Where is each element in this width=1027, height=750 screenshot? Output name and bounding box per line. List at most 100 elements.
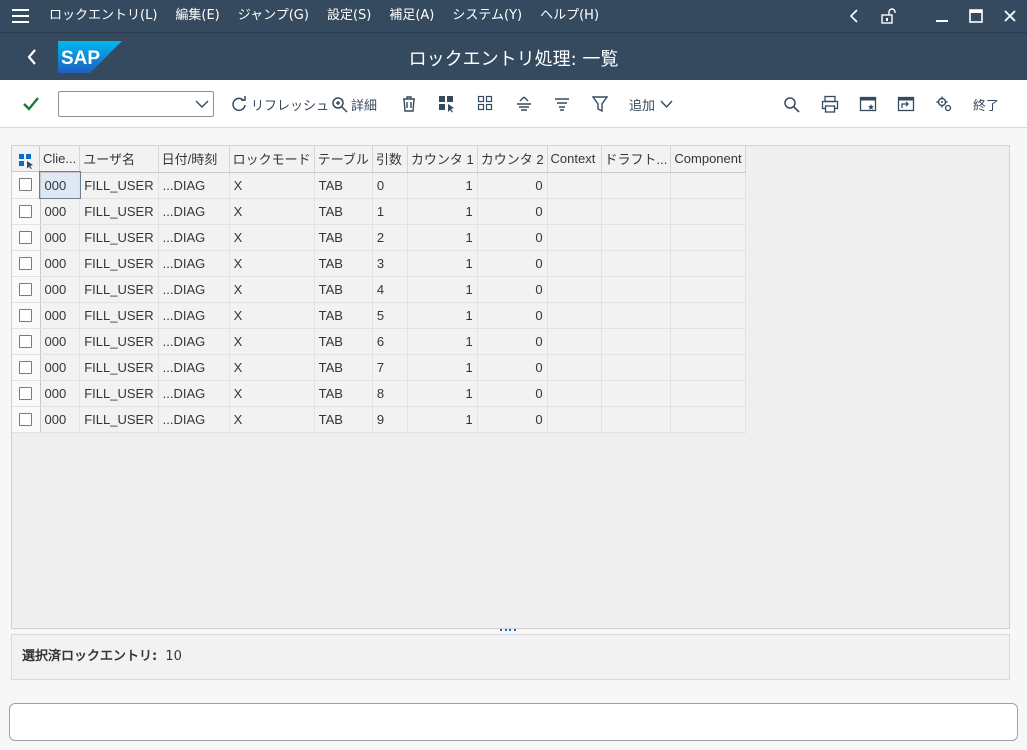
- cell-component[interactable]: [670, 172, 746, 199]
- cell-component[interactable]: [670, 354, 746, 381]
- menu-item-settings[interactable]: 設定(S): [318, 0, 380, 32]
- cell-lock-mode[interactable]: X: [229, 250, 315, 277]
- row-checkbox[interactable]: [19, 230, 33, 244]
- checkmark-icon[interactable]: [22, 92, 40, 116]
- cell-counter-1[interactable]: 1: [407, 224, 478, 251]
- column-header-datetime[interactable]: 日付/時刻: [158, 146, 230, 173]
- cell-datetime[interactable]: ...DIAG: [158, 354, 230, 381]
- cell-context[interactable]: [547, 224, 602, 251]
- cell-lock-mode[interactable]: X: [229, 198, 315, 225]
- cell-draft[interactable]: [601, 172, 672, 199]
- row-select-cell[interactable]: [12, 328, 41, 355]
- cell-counter-1[interactable]: 1: [407, 354, 478, 381]
- row-select-cell[interactable]: [12, 276, 41, 303]
- cell-argument[interactable]: 6: [372, 328, 408, 355]
- cell-counter-1[interactable]: 1: [407, 302, 478, 329]
- cell-draft[interactable]: [601, 250, 672, 277]
- cell-draft[interactable]: [601, 406, 672, 433]
- command-field[interactable]: [58, 91, 214, 117]
- cell-datetime[interactable]: ...DIAG: [158, 380, 230, 407]
- cell-datetime[interactable]: ...DIAG: [158, 328, 230, 355]
- cell-component[interactable]: [670, 302, 746, 329]
- row-checkbox[interactable]: [19, 204, 33, 218]
- cell-draft[interactable]: [601, 328, 672, 355]
- minimize-icon[interactable]: [925, 0, 959, 32]
- shortcut-icon[interactable]: [897, 92, 915, 116]
- cell-argument[interactable]: 7: [372, 354, 408, 381]
- cell-user[interactable]: FILL_USER: [79, 406, 159, 433]
- cell-lock-mode[interactable]: X: [229, 302, 315, 329]
- table-row[interactable]: 000 FILL_USER ...DIAG X TAB 5 1 0: [12, 302, 746, 329]
- cell-counter-2[interactable]: 0: [477, 406, 548, 433]
- cell-counter-1[interactable]: 1: [407, 328, 478, 355]
- table-row[interactable]: 000 FILL_USER ...DIAG X TAB 9 1 0: [12, 406, 746, 433]
- cell-draft[interactable]: [601, 276, 672, 303]
- row-select-cell[interactable]: [12, 302, 41, 329]
- column-header-counter-2[interactable]: カウンタ 2: [477, 146, 548, 173]
- cell-table[interactable]: TAB: [314, 302, 373, 329]
- cell-user[interactable]: FILL_USER: [79, 302, 159, 329]
- cell-datetime[interactable]: ...DIAG: [158, 250, 230, 277]
- row-checkbox[interactable]: [19, 412, 33, 426]
- column-header-component[interactable]: Component: [670, 146, 746, 173]
- cell-client[interactable]: 000: [39, 171, 81, 199]
- search-icon[interactable]: [783, 92, 800, 116]
- column-header-draft[interactable]: ドラフト...: [601, 146, 672, 173]
- command-input[interactable]: [59, 92, 189, 116]
- menu-item-extras[interactable]: 補足(A): [380, 0, 443, 32]
- cell-context[interactable]: [547, 380, 602, 407]
- cell-counter-2[interactable]: 0: [477, 276, 548, 303]
- cell-argument[interactable]: 8: [372, 380, 408, 407]
- cell-context[interactable]: [547, 354, 602, 381]
- row-select-cell[interactable]: [12, 406, 41, 433]
- column-header-table[interactable]: テーブル: [314, 146, 373, 173]
- cell-context[interactable]: [547, 250, 602, 277]
- cell-counter-2[interactable]: 0: [477, 172, 548, 199]
- cell-user[interactable]: FILL_USER: [79, 354, 159, 381]
- cell-draft[interactable]: [601, 224, 672, 251]
- cell-counter-1[interactable]: 1: [407, 406, 478, 433]
- row-checkbox[interactable]: [19, 334, 33, 348]
- cell-counter-2[interactable]: 0: [477, 198, 548, 225]
- row-select-cell[interactable]: [12, 198, 41, 225]
- cell-table[interactable]: TAB: [314, 250, 373, 277]
- cell-context[interactable]: [547, 198, 602, 225]
- cell-draft[interactable]: [601, 302, 672, 329]
- row-select-cell[interactable]: [12, 380, 41, 407]
- settings-icon[interactable]: [935, 92, 953, 116]
- cell-argument[interactable]: 9: [372, 406, 408, 433]
- cell-context[interactable]: [547, 172, 602, 199]
- menu-item-goto[interactable]: ジャンプ(G): [229, 0, 318, 32]
- table-row[interactable]: 000 FILL_USER ...DIAG X TAB 7 1 0: [12, 354, 746, 381]
- cell-argument[interactable]: 0: [372, 172, 408, 199]
- cell-table[interactable]: TAB: [314, 276, 373, 303]
- cell-user[interactable]: FILL_USER: [79, 250, 159, 277]
- cell-component[interactable]: [670, 328, 746, 355]
- cell-counter-1[interactable]: 1: [407, 380, 478, 407]
- cell-lock-mode[interactable]: X: [229, 354, 315, 381]
- chevron-left-icon[interactable]: [837, 0, 871, 32]
- cell-argument[interactable]: 5: [372, 302, 408, 329]
- cell-argument[interactable]: 2: [372, 224, 408, 251]
- cell-client[interactable]: 000: [40, 224, 81, 251]
- cell-table[interactable]: TAB: [314, 172, 373, 199]
- cell-counter-2[interactable]: 0: [477, 302, 548, 329]
- column-header-context[interactable]: Context: [547, 146, 602, 173]
- table-row[interactable]: 000 FILL_USER ...DIAG X TAB 2 1 0: [12, 224, 746, 251]
- row-checkbox[interactable]: [19, 282, 33, 296]
- cell-lock-mode[interactable]: X: [229, 380, 315, 407]
- cell-component[interactable]: [670, 380, 746, 407]
- row-checkbox[interactable]: [19, 256, 33, 270]
- cell-lock-mode[interactable]: X: [229, 224, 315, 251]
- cell-lock-mode[interactable]: X: [229, 328, 315, 355]
- filter-icon[interactable]: [591, 92, 609, 116]
- cell-argument[interactable]: 1: [372, 198, 408, 225]
- column-header-user[interactable]: ユーザ名: [79, 146, 159, 173]
- deselect-all-icon[interactable]: [477, 92, 495, 116]
- row-checkbox[interactable]: [19, 386, 33, 400]
- row-checkbox[interactable]: [19, 308, 33, 322]
- cell-counter-2[interactable]: 0: [477, 250, 548, 277]
- cell-user[interactable]: FILL_USER: [79, 172, 159, 199]
- row-checkbox[interactable]: [19, 360, 33, 374]
- table-row[interactable]: 000 FILL_USER ...DIAG X TAB 3 1 0: [12, 250, 746, 277]
